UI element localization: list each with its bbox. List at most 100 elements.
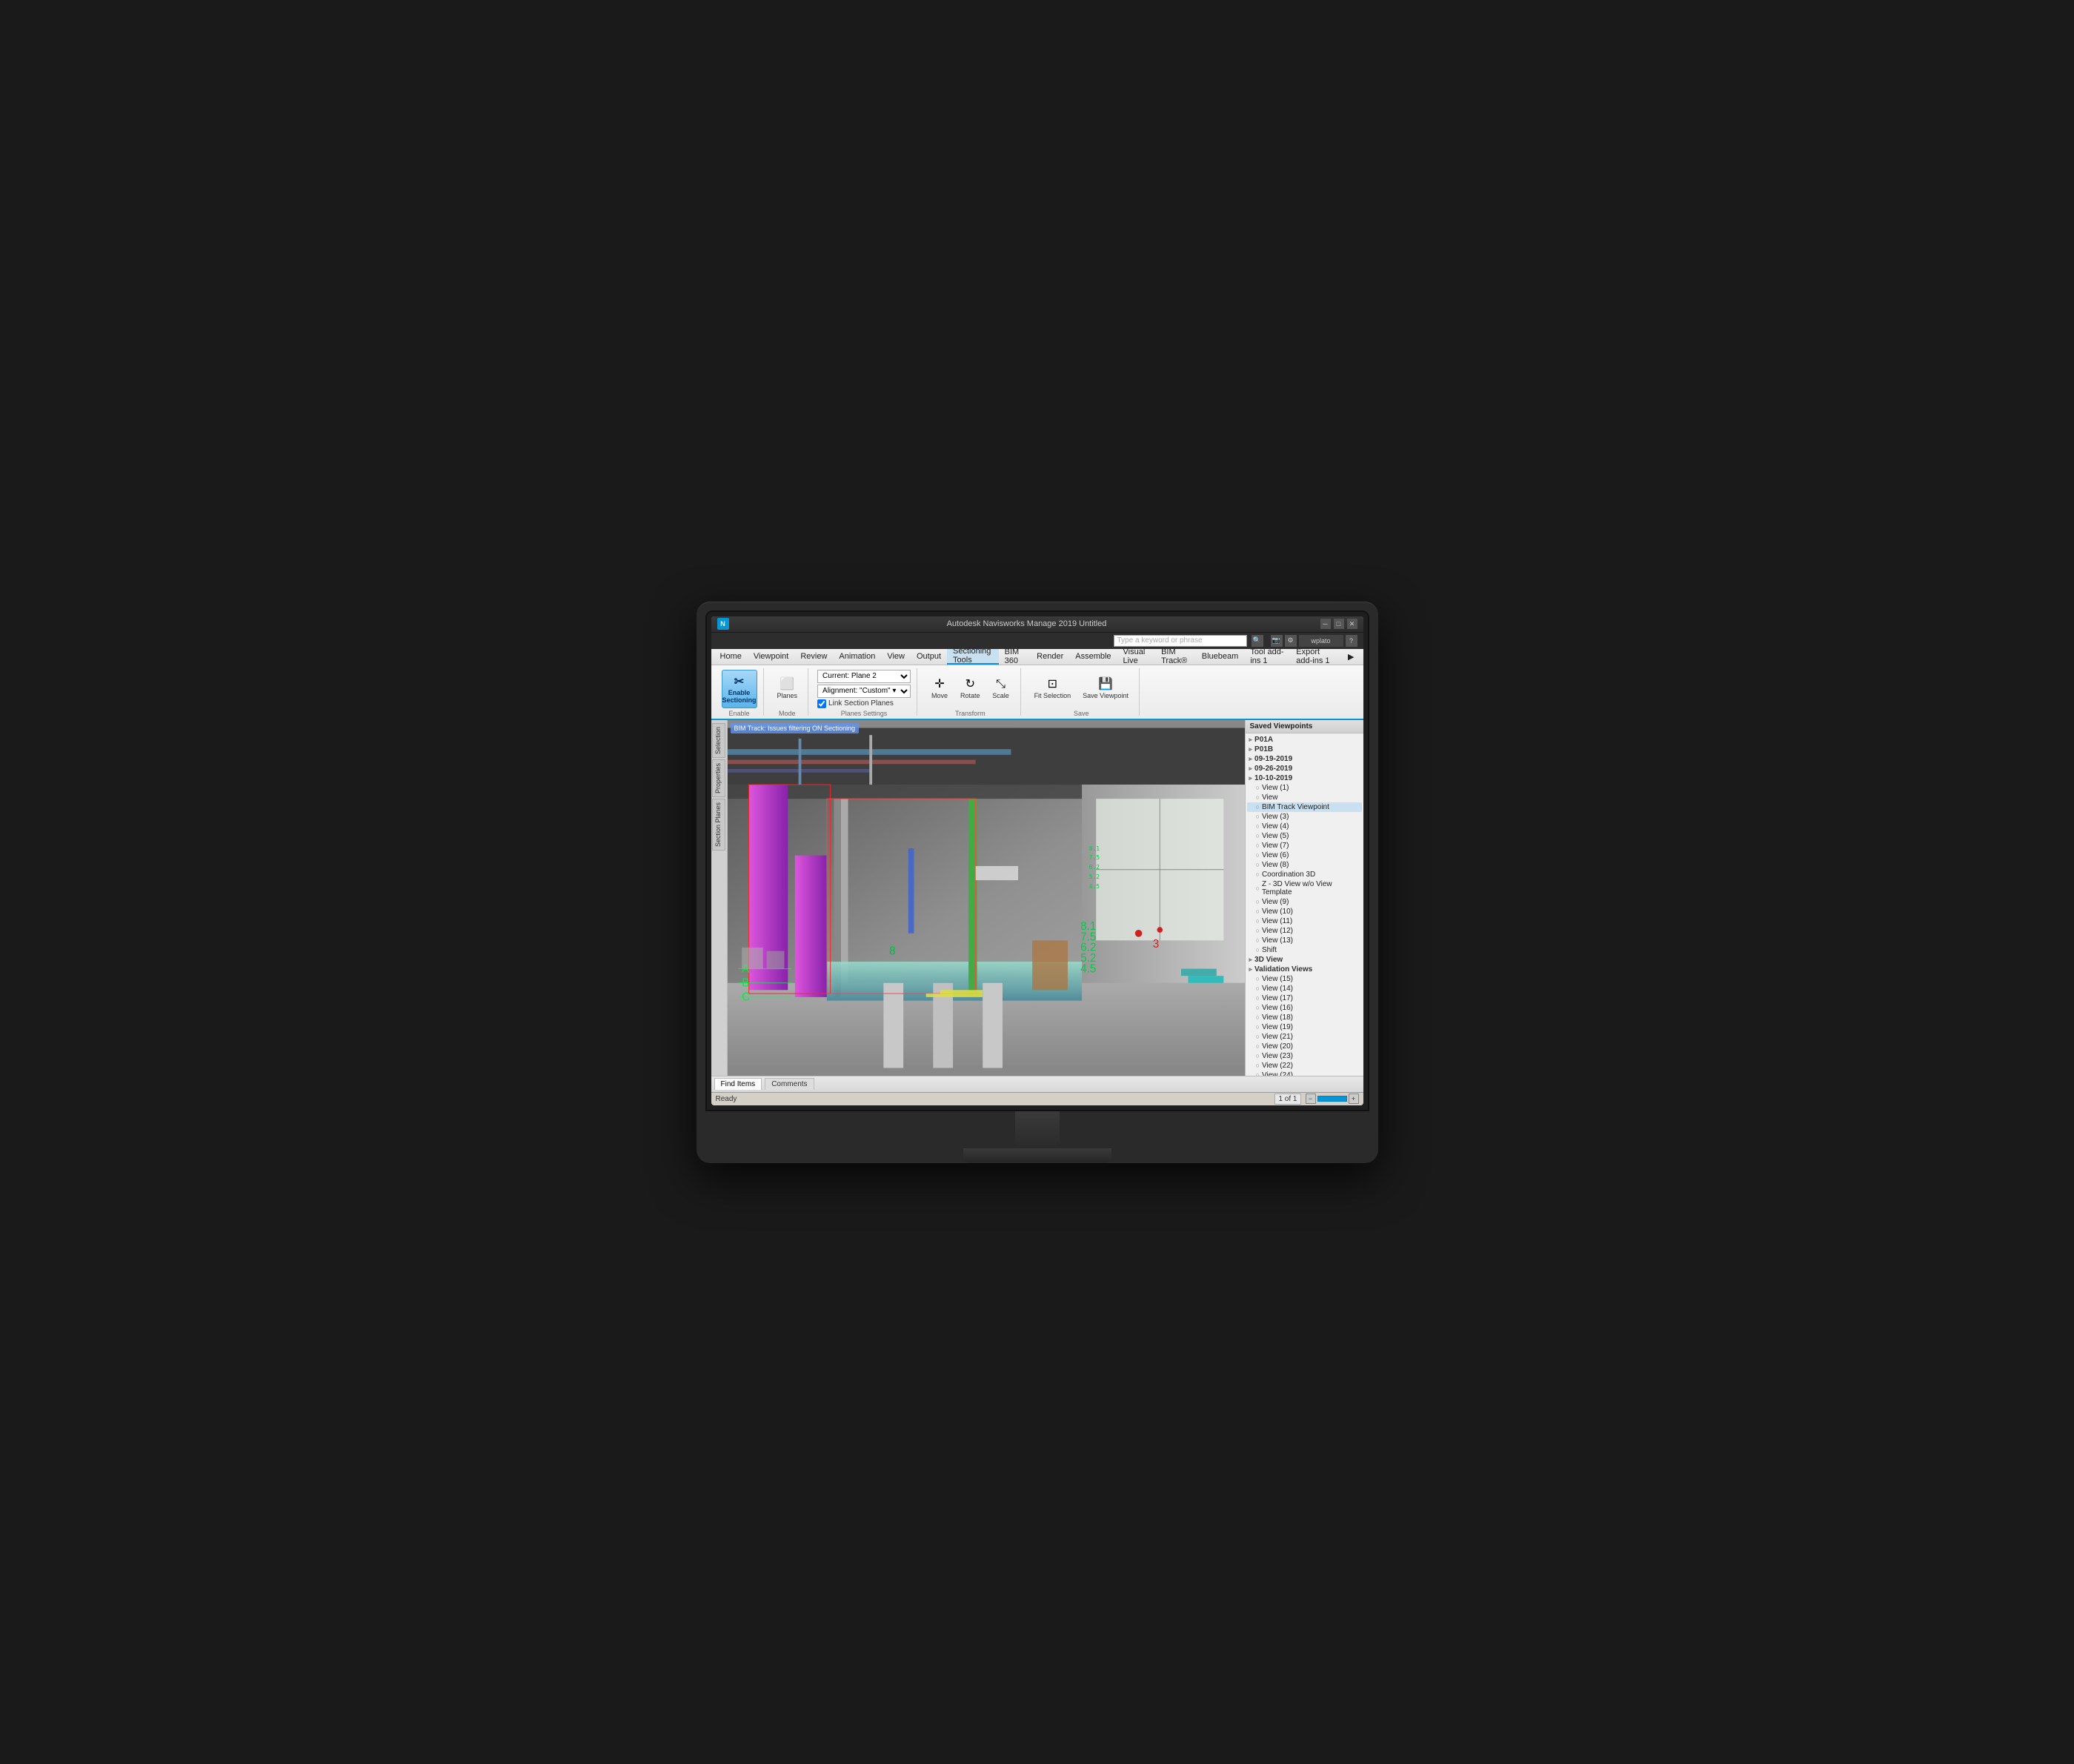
search-button[interactable]: 🔍 xyxy=(1252,635,1263,647)
viewpoint-item-view22[interactable]: ○View (22) xyxy=(1247,1061,1362,1071)
viewpoint-item-view4[interactable]: ○View (4) xyxy=(1247,822,1362,831)
viewpoint-item-view3d[interactable]: ▸3D View xyxy=(1247,955,1362,965)
viewport[interactable]: BIM Track: Issues filtering ON Sectionin… xyxy=(728,720,1245,1076)
menu-view[interactable]: View xyxy=(881,649,911,665)
viewpoint-item-view23[interactable]: ○View (23) xyxy=(1247,1051,1362,1061)
viewpoint-item-view13[interactable]: ○View (13) xyxy=(1247,936,1362,945)
viewpoint-item-view_plain[interactable]: ○View xyxy=(1247,793,1362,802)
viewpoint-label: View (6) xyxy=(1262,851,1289,859)
viewpoint-label: View xyxy=(1262,793,1278,802)
rotate-button[interactable]: ↻ Rotate xyxy=(956,670,985,708)
status-bar: Ready 1 of 1 − + xyxy=(711,1092,1363,1105)
view-icon: ○ xyxy=(1256,813,1260,820)
viewpoint-item-shift[interactable]: ○Shift xyxy=(1247,945,1362,955)
menu-render[interactable]: Render xyxy=(1031,649,1069,665)
planes-button[interactable]: ⬜ Planes xyxy=(773,670,802,708)
menu-assemble[interactable]: Assemble xyxy=(1069,649,1117,665)
left-tab-selection[interactable]: Selection xyxy=(712,723,725,758)
view-icon: ○ xyxy=(1256,793,1260,801)
ribbon-group-enable-buttons: ✂ Enable Sectioning xyxy=(722,670,757,708)
viewpoints-list: ▸P01A▸P01B▸09-19-2019▸09-26-2019▸10-10-2… xyxy=(1246,733,1363,1076)
viewpoint-label: 10-10-2019 xyxy=(1254,774,1292,782)
close-button[interactable]: ✕ xyxy=(1347,619,1357,629)
menu-sectioning-tools[interactable]: Sectioning Tools xyxy=(947,649,999,665)
bottom-bar: Find Items Comments xyxy=(711,1076,1363,1092)
view-icon: ○ xyxy=(1256,885,1260,892)
viewpoint-item-view12[interactable]: ○View (12) xyxy=(1247,926,1362,936)
ribbon-group-transform: ✛ Move ↻ Rotate ⤡ Scale xyxy=(920,668,1021,716)
ribbon-group-save-title: Save xyxy=(1030,708,1133,717)
enable-sectioning-button[interactable]: ✂ Enable Sectioning xyxy=(722,670,757,708)
viewpoint-item-date1[interactable]: ▸09-19-2019 xyxy=(1247,754,1362,764)
menu-home[interactable]: Home xyxy=(714,649,748,665)
link-section-planes-control[interactable]: Link Section Planes xyxy=(817,699,911,708)
viewpoint-label: View (11) xyxy=(1262,917,1292,925)
viewpoint-item-view6[interactable]: ○View (6) xyxy=(1247,851,1362,860)
scale-button[interactable]: ⤡ Scale xyxy=(988,670,1014,708)
viewpoint-item-view8[interactable]: ○View (8) xyxy=(1247,860,1362,870)
viewpoint-item-view5[interactable]: ○View (5) xyxy=(1247,831,1362,841)
menu-review[interactable]: Review xyxy=(794,649,833,665)
svg-text:B: B xyxy=(742,976,749,989)
viewpoint-item-z3dview[interactable]: ○Z - 3D View w/o View Template xyxy=(1247,879,1362,897)
fit-selection-button[interactable]: ⊡ Fit Selection xyxy=(1030,670,1076,708)
left-tab-section-planes[interactable]: Section Planes xyxy=(712,799,725,851)
view-icon: ○ xyxy=(1256,1004,1260,1011)
viewpoint-label: BIM Track Viewpoint xyxy=(1262,803,1329,811)
viewpoint-item-date3[interactable]: ▸10-10-2019 xyxy=(1247,773,1362,783)
left-tab-properties[interactable]: Properties xyxy=(712,759,725,797)
zoom-out-button[interactable]: − xyxy=(1306,1094,1316,1104)
menu-output[interactable]: Output xyxy=(911,649,947,665)
menu-visual-live[interactable]: Visual Live xyxy=(1117,649,1156,665)
viewpoint-item-bim_track[interactable]: ○BIM Track Viewpoint xyxy=(1247,802,1362,812)
save-viewpoint-button[interactable]: 💾 Save Viewpoint xyxy=(1078,670,1133,708)
viewpoint-item-date2[interactable]: ▸09-26-2019 xyxy=(1247,764,1362,773)
viewpoint-item-view7[interactable]: ○View (7) xyxy=(1247,841,1362,851)
viewpoint-item-view17[interactable]: ○View (17) xyxy=(1247,994,1362,1003)
viewpoint-item-view16[interactable]: ○View (16) xyxy=(1247,1003,1362,1013)
viewpoint-item-view11[interactable]: ○View (11) xyxy=(1247,916,1362,926)
viewpoint-item-p01b[interactable]: ▸P01B xyxy=(1247,745,1362,754)
viewpoint-item-view9[interactable]: ○View (9) xyxy=(1247,897,1362,907)
viewpoint-item-view19[interactable]: ○View (19) xyxy=(1247,1022,1362,1032)
viewpoint-item-view10[interactable]: ○View (10) xyxy=(1247,907,1362,916)
move-button[interactable]: ✛ Move xyxy=(926,670,953,708)
menu-more[interactable]: ▶ xyxy=(1342,649,1360,665)
comments-tab[interactable]: Comments xyxy=(765,1078,814,1090)
menu-bim360[interactable]: BIM 360 xyxy=(999,649,1031,665)
viewpoint-label: View (24) xyxy=(1262,1071,1293,1076)
viewpoint-item-view3[interactable]: ○View (3) xyxy=(1247,812,1362,822)
viewpoint-label: P01A xyxy=(1254,736,1273,744)
viewpoint-item-view1[interactable]: ○View (1) xyxy=(1247,783,1362,793)
viewpoint-item-view18[interactable]: ○View (18) xyxy=(1247,1013,1362,1022)
find-items-tab[interactable]: Find Items xyxy=(714,1078,762,1090)
viewpoint-item-p01a[interactable]: ▸P01A xyxy=(1247,735,1362,745)
menu-tool-addins[interactable]: Tool add-ins 1 xyxy=(1244,649,1290,665)
menu-viewpoint[interactable]: Viewpoint xyxy=(748,649,795,665)
viewpoint-item-view21[interactable]: ○View (21) xyxy=(1247,1032,1362,1042)
viewpoint-item-view20[interactable]: ○View (20) xyxy=(1247,1042,1362,1051)
viewpoint-item-validation[interactable]: ▸Validation Views xyxy=(1247,965,1362,974)
camera-icon[interactable]: 📷 xyxy=(1271,635,1283,647)
menu-animation[interactable]: Animation xyxy=(833,649,881,665)
link-section-planes-checkbox[interactable] xyxy=(817,699,826,708)
settings-icon[interactable]: ⚙ xyxy=(1285,635,1297,647)
maximize-button[interactable]: □ xyxy=(1334,619,1344,629)
ribbon-group-mode-title: Mode xyxy=(773,708,802,717)
help-icon[interactable]: ? xyxy=(1346,635,1357,647)
view-icon: ○ xyxy=(1256,1062,1260,1069)
viewpoint-item-view24[interactable]: ○View (24) xyxy=(1247,1071,1362,1076)
menu-export-addins[interactable]: Export add-ins 1 xyxy=(1290,649,1342,665)
viewpoint-label: View (5) xyxy=(1262,832,1289,840)
zoom-slider[interactable] xyxy=(1317,1096,1347,1102)
menu-bim-track[interactable]: BIM Track® xyxy=(1155,649,1196,665)
menu-bluebeam[interactable]: Bluebeam xyxy=(1196,649,1245,665)
viewpoint-item-view15[interactable]: ○View (15) xyxy=(1247,974,1362,984)
zoom-in-button[interactable]: + xyxy=(1349,1094,1359,1104)
viewpoint-item-coord3d[interactable]: ○Coordination 3D xyxy=(1247,870,1362,879)
minimize-button[interactable]: ─ xyxy=(1320,619,1331,629)
viewpoint-item-view14[interactable]: ○View (14) xyxy=(1247,984,1362,994)
alignment-select[interactable]: Alignment: "Custom" ▾ xyxy=(817,685,911,698)
view-icon: ○ xyxy=(1256,861,1260,868)
current-plane-select[interactable]: Current: Plane 2 xyxy=(817,670,911,683)
